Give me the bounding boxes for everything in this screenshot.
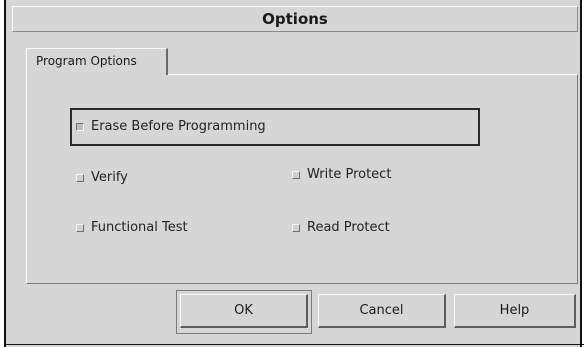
ok-button[interactable]: OK <box>180 294 308 328</box>
options-dialog: Options Program Options Erase Before Pro… <box>4 0 584 347</box>
functional-test-label: Functional Test <box>91 220 188 235</box>
read-protect-option[interactable]: Read Protect <box>292 220 390 235</box>
functional-test-checkbox[interactable] <box>76 223 84 232</box>
erase-label: Erase Before Programming <box>91 119 266 134</box>
read-protect-checkbox[interactable] <box>292 223 300 232</box>
functional-test-option[interactable]: Functional Test <box>76 220 188 235</box>
erase-checkbox[interactable] <box>76 122 84 131</box>
write-protect-checkbox[interactable] <box>292 170 300 179</box>
tab-program-options[interactable]: Program Options <box>26 48 168 75</box>
verify-label: Verify <box>91 170 128 185</box>
read-protect-label: Read Protect <box>307 220 390 235</box>
write-protect-option[interactable]: Write Protect <box>292 167 391 182</box>
button-bar: OK Cancel Help <box>12 290 578 340</box>
verify-checkbox[interactable] <box>76 173 84 182</box>
help-button[interactable]: Help <box>454 294 576 328</box>
erase-option[interactable]: Erase Before Programming <box>76 119 266 134</box>
write-protect-label: Write Protect <box>307 167 392 182</box>
cancel-button[interactable]: Cancel <box>318 294 446 328</box>
window-bottom-border <box>6 344 584 345</box>
verify-option[interactable]: Verify <box>76 170 128 185</box>
dialog-title: Options <box>12 6 578 32</box>
